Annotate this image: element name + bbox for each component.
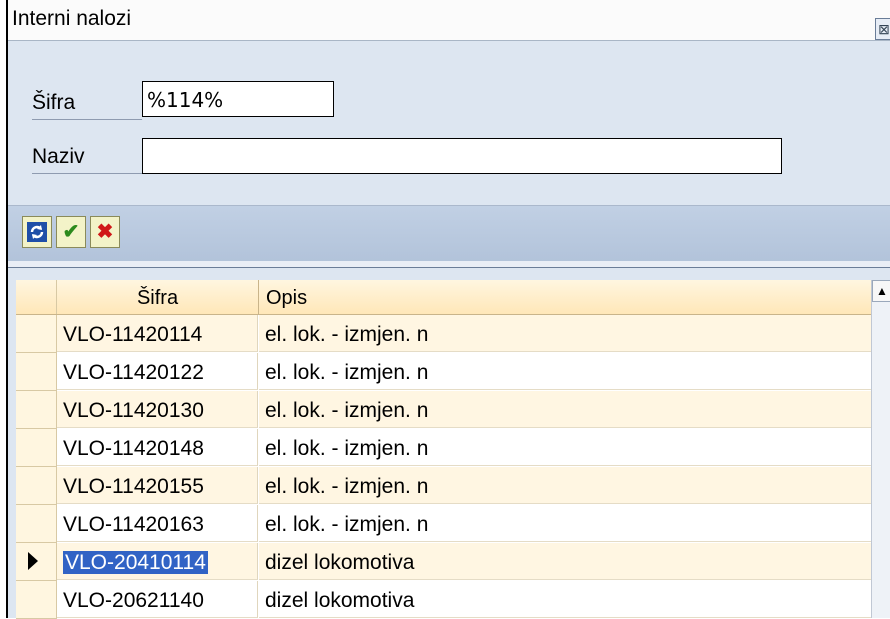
row-selector[interactable] <box>16 353 57 391</box>
cell-sifra[interactable]: VLO-11420148 <box>57 429 258 466</box>
cancel-icon: ✖ <box>96 221 114 243</box>
cell-opis[interactable]: el. lok. - izmjen. n <box>259 315 878 352</box>
filter-form: Šifra %114% Naziv <box>8 41 890 205</box>
row-selector[interactable] <box>16 543 57 581</box>
table-row[interactable]: VLO-20410114 dizel lokomotiva <box>16 543 878 581</box>
close-icon: ⊠ <box>878 21 890 37</box>
sifra-label: Šifra <box>32 91 142 120</box>
cell-opis[interactable]: el. lok. - izmjen. n <box>259 353 878 390</box>
cell-sifra[interactable]: VLO-11420130 <box>57 391 258 428</box>
table-row[interactable]: VLO-20621140 dizel lokomotiva <box>16 581 878 619</box>
sifra-text: VLO-20621140 <box>63 589 204 612</box>
opis-text: el. lok. - izmjen. n <box>265 361 429 384</box>
naziv-label: Naziv <box>32 145 142 174</box>
sifra-text: VLO-11420155 <box>63 475 204 498</box>
row-selector[interactable] <box>16 315 57 353</box>
row-selector[interactable] <box>16 505 57 543</box>
table-row[interactable]: VLO-11420155 el. lok. - izmjen. n <box>16 467 878 505</box>
sifra-text: VLO-11420122 <box>63 361 204 384</box>
cell-opis[interactable]: el. lok. - izmjen. n <box>259 391 878 428</box>
close-button[interactable]: ⊠ <box>875 18 890 40</box>
opis-text: el. lok. - izmjen. n <box>265 399 429 422</box>
refresh-icon <box>27 222 47 242</box>
window-title: Interni nalozi <box>12 7 132 30</box>
sifra-text: VLO-11420148 <box>63 437 204 460</box>
table-row[interactable]: VLO-11420130 el. lok. - izmjen. n <box>16 391 878 429</box>
sifra-input[interactable]: %114% <box>142 81 334 117</box>
opis-text: el. lok. - izmjen. n <box>265 323 429 346</box>
cell-opis[interactable]: dizel lokomotiva <box>259 581 878 618</box>
cell-opis[interactable]: el. lok. - izmjen. n <box>259 467 878 504</box>
interni-nalozi-window: Interni nalozi ⊠ Šifra %114% Naziv ✔ ✖ Š… <box>6 0 890 619</box>
refresh-button[interactable] <box>22 216 52 248</box>
table-row[interactable]: VLO-11420122 el. lok. - izmjen. n <box>16 353 878 391</box>
opis-text: dizel lokomotiva <box>265 551 415 574</box>
table-row[interactable]: VLO-11420148 el. lok. - izmjen. n <box>16 429 878 467</box>
opis-text: el. lok. - izmjen. n <box>265 475 429 498</box>
cancel-button[interactable]: ✖ <box>90 216 120 248</box>
cell-opis[interactable]: el. lok. - izmjen. n <box>259 505 878 542</box>
results-grid: Šifra Opis VLO-11420114 el. lok. - izmjen… <box>16 280 890 619</box>
cell-sifra[interactable]: VLO-11420155 <box>57 467 258 504</box>
toolbar: ✔ ✖ <box>8 205 890 262</box>
row-selector[interactable] <box>16 581 57 619</box>
table-row[interactable]: VLO-11420114 el. lok. - izmjen. n <box>16 315 878 353</box>
cell-sifra[interactable]: VLO-11420122 <box>57 353 258 390</box>
sifra-text: VLO-11420163 <box>63 513 204 536</box>
opis-text: dizel lokomotiva <box>265 589 415 612</box>
scroll-up-button[interactable]: ▲ <box>872 280 890 302</box>
row-selector[interactable] <box>16 391 57 429</box>
cell-opis[interactable]: el. lok. - izmjen. n <box>259 429 878 466</box>
chevron-up-icon: ▲ <box>876 284 888 298</box>
opis-text: el. lok. - izmjen. n <box>265 513 429 536</box>
current-row-icon <box>28 552 38 570</box>
sifra-text: VLO-11420114 <box>63 323 203 346</box>
row-selector[interactable] <box>16 429 57 467</box>
grid-header: Šifra Opis <box>16 280 890 315</box>
sifra-text: VLO-11420130 <box>63 399 204 422</box>
confirm-button[interactable]: ✔ <box>56 216 86 248</box>
column-header-sifra[interactable]: Šifra <box>57 280 259 314</box>
table-row[interactable]: VLO-11420163 el. lok. - izmjen. n <box>16 505 878 543</box>
cell-sifra[interactable]: VLO-20410114 <box>57 543 258 580</box>
header-corner <box>16 280 57 314</box>
naziv-input[interactable] <box>142 138 782 174</box>
cell-sifra[interactable]: VLO-20621140 <box>57 581 258 618</box>
sifra-text: VLO-20410114 <box>63 551 208 574</box>
cell-opis[interactable]: dizel lokomotiva <box>259 543 878 580</box>
column-header-opis[interactable]: Opis <box>266 280 307 314</box>
opis-text: el. lok. - izmjen. n <box>265 437 429 460</box>
check-icon: ✔ <box>62 221 80 243</box>
cell-sifra[interactable]: VLO-11420114 <box>57 315 258 352</box>
title-bar: Interni nalozi ⊠ <box>8 0 890 41</box>
separator <box>8 261 890 268</box>
row-selector[interactable] <box>16 467 57 505</box>
vertical-scrollbar[interactable]: ▲ <box>871 280 890 618</box>
cell-sifra[interactable]: VLO-11420163 <box>57 505 258 542</box>
